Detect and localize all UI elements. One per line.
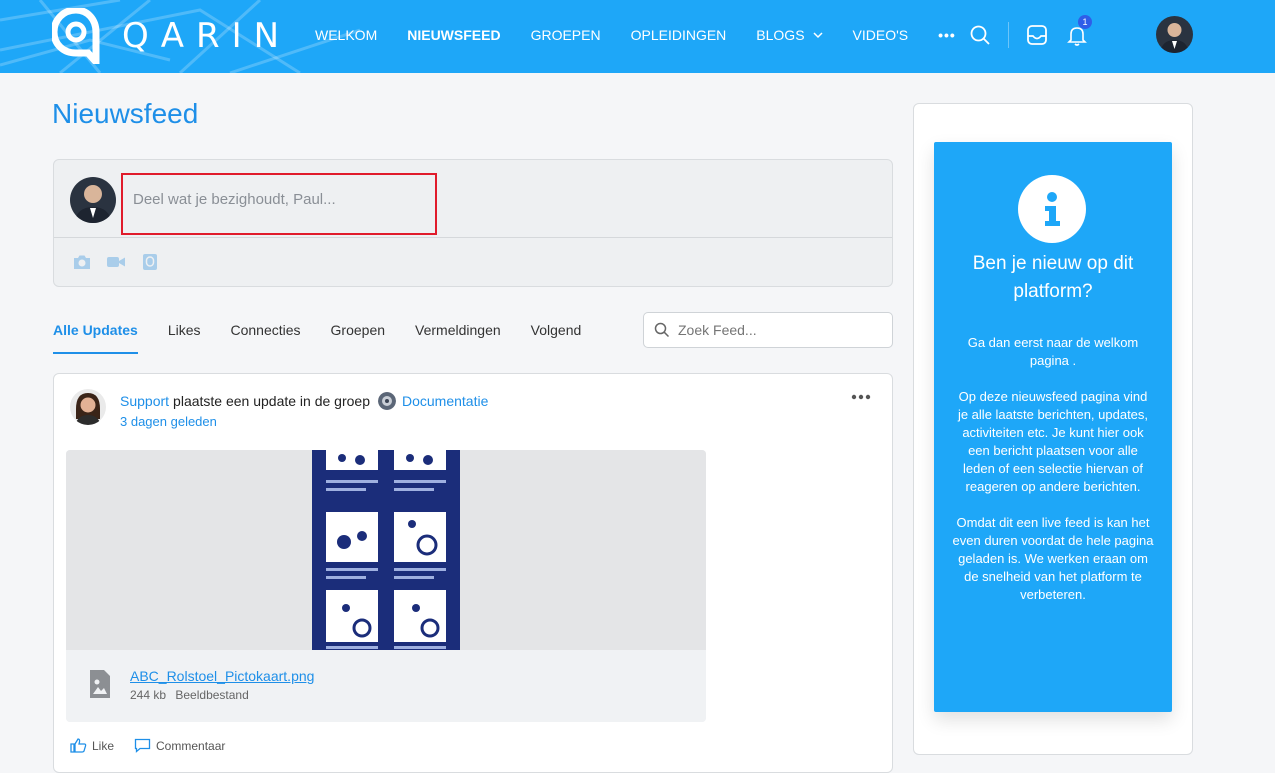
tab-volgend[interactable]: Volgend bbox=[531, 322, 582, 354]
welcome-info-card: Ben je nieuw op dit platform? Ga dan eer… bbox=[934, 142, 1172, 712]
activity-post: Support plaatste een update in de groep … bbox=[53, 373, 893, 773]
more-options-icon[interactable] bbox=[850, 392, 872, 402]
feed-search bbox=[643, 312, 893, 348]
feed-filter-tabs: Alle Updates Likes Connecties Groepen Ve… bbox=[53, 322, 611, 354]
page-title: Nieuwsfeed bbox=[52, 98, 199, 129]
nav-item-welkom[interactable]: WELKOM bbox=[315, 25, 377, 45]
tab-alle-updates[interactable]: Alle Updates bbox=[53, 322, 138, 354]
nav-item-nieuwsfeed[interactable]: NIEUWSFEED bbox=[407, 25, 500, 45]
nav-more-menu[interactable]: ••• bbox=[938, 25, 956, 45]
comment-button[interactable]: Commentaar bbox=[134, 738, 225, 753]
tab-vermeldingen[interactable]: Vermeldingen bbox=[415, 322, 501, 354]
header-divider bbox=[1008, 22, 1009, 48]
main-nav: WELKOM NIEUWSFEED GROEPEN OPLEIDINGEN BL… bbox=[315, 25, 986, 45]
post-attachment: ABC_Rolstoel_Pictokaart.png 244 kb Beeld… bbox=[66, 450, 706, 722]
info-card-title: Ben je nieuw op dit platform? bbox=[972, 253, 1134, 302]
attachment-preview[interactable] bbox=[66, 450, 706, 650]
nav-item-opleidingen[interactable]: OPLEIDINGEN bbox=[631, 25, 727, 45]
feed-search-input[interactable] bbox=[678, 322, 878, 338]
post-group-link[interactable]: Documentatie bbox=[402, 393, 488, 409]
post-composer-input[interactable]: Deel wat je bezighoudt, Paul... bbox=[121, 173, 437, 235]
attachment-file-info: ABC_Rolstoel_Pictokaart.png 244 kb Beeld… bbox=[66, 650, 706, 722]
user-avatar[interactable] bbox=[1156, 16, 1193, 53]
right-sidebar: Ben je nieuw op dit platform? Ga dan eer… bbox=[913, 103, 1193, 755]
inbox-icon[interactable] bbox=[1026, 24, 1048, 46]
document-icon[interactable] bbox=[140, 253, 160, 271]
composer-divider bbox=[54, 237, 892, 238]
search-icon bbox=[654, 322, 670, 338]
attachment-file-type: Beeldbestand bbox=[175, 688, 249, 702]
image-file-icon bbox=[90, 670, 110, 698]
attachment-file-name[interactable]: ABC_Rolstoel_Pictokaart.png bbox=[130, 668, 314, 684]
camera-icon[interactable] bbox=[72, 253, 92, 271]
video-icon[interactable] bbox=[106, 253, 126, 271]
logo-text: QARIN bbox=[122, 16, 292, 56]
info-paragraph: Op deze nieuwsfeed pagina vind je alle l… bbox=[957, 389, 1149, 494]
info-paragraph: Ga dan eerst naar de welkom pagina . bbox=[967, 335, 1139, 368]
search-icon[interactable] bbox=[969, 24, 991, 46]
tab-likes[interactable]: Likes bbox=[168, 322, 201, 354]
pictogram-card-image bbox=[312, 450, 460, 650]
notification-badge: 1 bbox=[1078, 15, 1092, 29]
info-icon bbox=[1018, 175, 1086, 243]
post-action-text: plaatste een update in de groep bbox=[173, 393, 370, 409]
composer-tools bbox=[72, 253, 174, 271]
post-header: Support plaatste een update in de groep … bbox=[120, 392, 488, 410]
group-avatar-icon bbox=[377, 392, 396, 410]
post-author-avatar[interactable] bbox=[70, 389, 106, 425]
tab-groepen[interactable]: Groepen bbox=[331, 322, 385, 354]
info-card-body: Ga dan eerst naar de welkom pagina . Op … bbox=[952, 334, 1154, 622]
info-paragraph: Omdat dit een live feed is kan het even … bbox=[952, 515, 1154, 602]
top-navigation-bar: QARIN WELKOM NIEUWSFEED GROEPEN OPLEIDIN… bbox=[0, 0, 1275, 73]
comment-icon bbox=[134, 738, 151, 753]
chevron-down-icon bbox=[813, 32, 823, 39]
nav-item-videos[interactable]: VIDEO'S bbox=[853, 25, 909, 45]
qarin-logo[interactable]: QARIN bbox=[52, 8, 291, 64]
post-actions: Like Commentaar bbox=[70, 738, 245, 753]
post-timestamp[interactable]: 3 dagen geleden bbox=[120, 414, 217, 429]
attachment-file-meta: 244 kb Beeldbestand bbox=[130, 688, 255, 702]
nav-item-groepen[interactable]: GROEPEN bbox=[531, 25, 601, 45]
post-author-link[interactable]: Support bbox=[120, 393, 169, 409]
nav-item-blogs-label: BLOGS bbox=[756, 27, 805, 43]
post-composer: Deel wat je bezighoudt, Paul... bbox=[53, 159, 893, 287]
composer-avatar bbox=[70, 177, 116, 223]
thumbs-up-icon bbox=[70, 738, 87, 753]
post-author-avatar-image bbox=[70, 389, 106, 425]
attachment-file-size: 244 kb bbox=[130, 688, 167, 702]
comment-label: Commentaar bbox=[156, 738, 226, 753]
user-avatar-image bbox=[1156, 16, 1193, 53]
like-label: Like bbox=[92, 738, 115, 753]
logo-mark-icon bbox=[52, 8, 100, 64]
tab-connecties[interactable]: Connecties bbox=[231, 322, 301, 354]
like-button[interactable]: Like bbox=[70, 738, 114, 753]
nav-item-blogs[interactable]: BLOGS bbox=[756, 25, 823, 45]
composer-avatar-image bbox=[70, 177, 116, 223]
